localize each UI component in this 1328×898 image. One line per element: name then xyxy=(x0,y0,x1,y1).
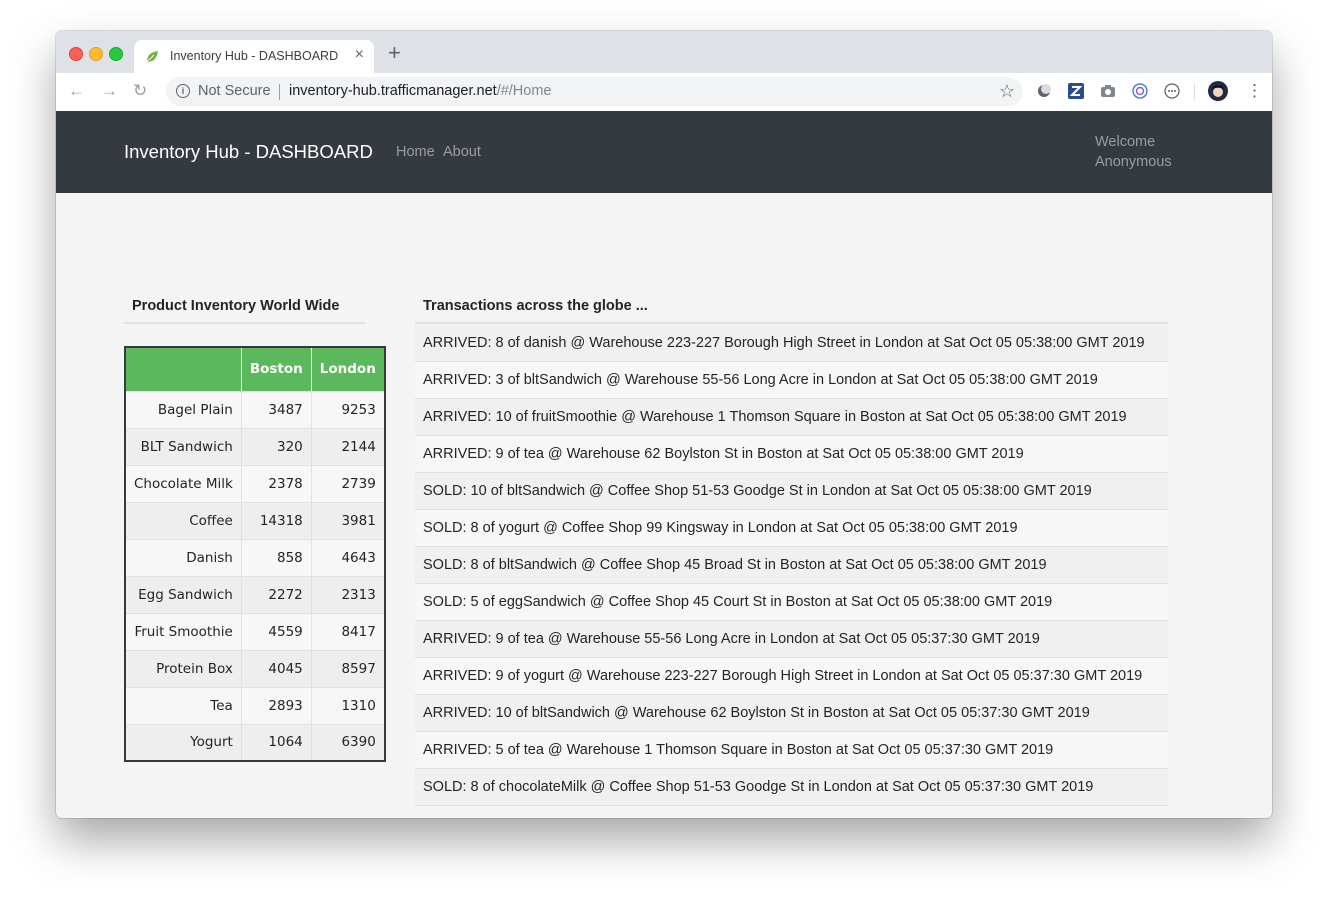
transaction-item: ARRIVED: 9 of yogurt @ Warehouse 223-227… xyxy=(415,658,1168,695)
browser-toolbar: ← → ↻ i Not Secure inventory-hub.traffic… xyxy=(56,73,1272,112)
product-cell: Danish xyxy=(125,538,242,576)
browser-window: Inventory Hub - DASHBOARD × + ← → ↻ i No… xyxy=(56,31,1272,818)
divider xyxy=(279,84,280,100)
boston-count-cell: 1064 xyxy=(241,723,312,761)
london-count-cell: 2144 xyxy=(311,427,385,465)
forward-arrow-icon[interactable]: → xyxy=(101,81,118,101)
table-row: Fruit Smoothie 4559 8417 xyxy=(125,612,385,650)
boston-count-cell: 2893 xyxy=(241,686,312,724)
transactions-heading: Transactions across the globe ... xyxy=(415,296,1168,324)
london-count-cell: 1310 xyxy=(311,686,385,724)
boston-count-cell: 14318 xyxy=(241,501,312,539)
circle-c-icon[interactable] xyxy=(1132,83,1148,99)
table-row: Coffee 14318 3981 xyxy=(125,501,385,539)
leaf-icon xyxy=(146,51,158,63)
transaction-item: SOLD: 8 of chocolateMilk @ Coffee Shop 5… xyxy=(415,769,1168,806)
transaction-item: SOLD: 5 of eggSandwich @ Coffee Shop 45 … xyxy=(415,584,1168,621)
address-bar[interactable]: i Not Secure inventory-hub.trafficmanage… xyxy=(166,77,1023,106)
london-count-cell: 2313 xyxy=(311,575,385,613)
bookmark-star-icon[interactable]: ☆ xyxy=(999,81,1015,102)
london-count-cell: 4643 xyxy=(311,538,385,576)
transaction-item: SOLD: 8 of yogurt @ Coffee Shop 99 Kings… xyxy=(415,510,1168,547)
boston-count-cell: 4559 xyxy=(241,612,312,650)
column-header-boston: Boston xyxy=(241,347,312,391)
inventory-table: Boston London Bagel Plain 3487 9253 BLT San… xyxy=(124,346,386,762)
app-navbar: Inventory Hub - DASHBOARD Home About Wel… xyxy=(56,111,1272,193)
london-count-cell: 8597 xyxy=(311,649,385,687)
table-row: Chocolate Milk 2378 2739 xyxy=(125,464,385,502)
url-host: inventory-hub.trafficmanager.net xyxy=(289,83,497,99)
transaction-item: SOLD: 8 of bltSandwich @ Coffee Shop 45 … xyxy=(415,547,1168,584)
transaction-item: ARRIVED: 10 of fruitSmoothie @ Warehouse… xyxy=(415,399,1168,436)
tab-strip: Inventory Hub - DASHBOARD × + xyxy=(56,31,1272,73)
url-path: /#/Home xyxy=(496,83,552,99)
close-icon[interactable]: × xyxy=(355,47,364,63)
boston-count-cell: 858 xyxy=(241,538,312,576)
product-cell: Protein Box xyxy=(125,649,242,687)
table-row: Egg Sandwich 2272 2313 xyxy=(125,575,385,613)
security-label[interactable]: Not Secure xyxy=(198,83,271,99)
table-row: Bagel Plain 3487 9253 xyxy=(125,390,385,428)
london-count-cell: 9253 xyxy=(311,390,385,428)
transaction-item: ARRIVED: 5 of tea @ Warehouse 1 Thomson … xyxy=(415,732,1168,769)
tab-title: Inventory Hub - DASHBOARD xyxy=(170,49,339,63)
boston-count-cell: 4045 xyxy=(241,649,312,687)
z-extension-icon[interactable] xyxy=(1068,83,1084,99)
transaction-item: SOLD: 10 of bltSandwich @ Coffee Shop 51… xyxy=(415,473,1168,510)
table-row: BLT Sandwich 320 2144 xyxy=(125,427,385,465)
product-cell: Fruit Smoothie xyxy=(125,612,242,650)
inventory-table-body: Bagel Plain 3487 9253 BLT Sandwich 320 2144 Ch… xyxy=(125,390,385,761)
camera-icon[interactable] xyxy=(1100,83,1116,99)
boston-count-cell: 2272 xyxy=(241,575,312,613)
kebab-menu-icon[interactable]: ⋮ xyxy=(1246,81,1263,101)
transaction-item: ARRIVED: 9 of tea @ Warehouse 55-56 Long… xyxy=(415,621,1168,658)
info-icon[interactable]: i xyxy=(176,84,190,98)
boston-count-cell: 3487 xyxy=(241,390,312,428)
reload-icon[interactable]: ↻ xyxy=(133,81,147,101)
browser-tab[interactable]: Inventory Hub - DASHBOARD × xyxy=(134,40,374,73)
transactions-list: ARRIVED: 8 of danish @ Warehouse 223-227… xyxy=(415,325,1168,806)
transaction-item: ARRIVED: 10 of bltSandwich @ Warehouse 6… xyxy=(415,695,1168,732)
welcome-message: Welcome Anonymous xyxy=(1095,132,1205,172)
nav-link-home[interactable]: Home xyxy=(396,144,435,160)
product-cell: Egg Sandwich xyxy=(125,575,242,613)
product-cell: BLT Sandwich xyxy=(125,427,242,465)
london-count-cell: 6390 xyxy=(311,723,385,761)
back-arrow-icon[interactable]: ← xyxy=(68,81,85,101)
product-cell: Bagel Plain xyxy=(125,390,242,428)
nav-link-about[interactable]: About xyxy=(443,144,481,160)
column-header-london: London xyxy=(311,347,385,391)
navbar-brand[interactable]: Inventory Hub - DASHBOARD xyxy=(124,141,373,163)
close-window-button[interactable] xyxy=(69,47,83,61)
london-count-cell: 8417 xyxy=(311,612,385,650)
table-row: Yogurt 1064 6390 xyxy=(125,723,385,761)
username-line: Anonymous xyxy=(1095,154,1172,170)
product-cell: Chocolate Milk xyxy=(125,464,242,502)
transaction-item: ARRIVED: 3 of bltSandwich @ Warehouse 55… xyxy=(415,362,1168,399)
url-text[interactable]: inventory-hub.trafficmanager.net/#/Home xyxy=(289,83,552,99)
maximize-window-button[interactable] xyxy=(109,47,123,61)
product-cell: Tea xyxy=(125,686,242,724)
table-row: Protein Box 4045 8597 xyxy=(125,649,385,687)
boston-count-cell: 2378 xyxy=(241,464,312,502)
london-count-cell: 3981 xyxy=(311,501,385,539)
inventory-heading: Product Inventory World Wide xyxy=(124,296,365,324)
table-row: Tea 2893 1310 xyxy=(125,686,385,724)
table-row: Danish 858 4643 xyxy=(125,538,385,576)
new-tab-icon[interactable]: + xyxy=(388,42,401,64)
moon-icon[interactable] xyxy=(1036,83,1052,99)
welcome-line: Welcome xyxy=(1095,134,1156,150)
minimize-window-button[interactable] xyxy=(89,47,103,61)
profile-avatar-icon[interactable] xyxy=(1208,81,1228,101)
product-cell: Yogurt xyxy=(125,723,242,761)
london-count-cell: 2739 xyxy=(311,464,385,502)
boston-count-cell: 320 xyxy=(241,427,312,465)
transaction-item: ARRIVED: 8 of danish @ Warehouse 223-227… xyxy=(415,325,1168,362)
transaction-item: ARRIVED: 9 of tea @ Warehouse 62 Boylsto… xyxy=(415,436,1168,473)
table-header-row: Boston London xyxy=(125,347,385,391)
product-cell: Coffee xyxy=(125,501,242,539)
divider xyxy=(1194,83,1195,100)
dots-circle-icon[interactable] xyxy=(1164,83,1180,99)
column-header-product xyxy=(125,347,242,391)
